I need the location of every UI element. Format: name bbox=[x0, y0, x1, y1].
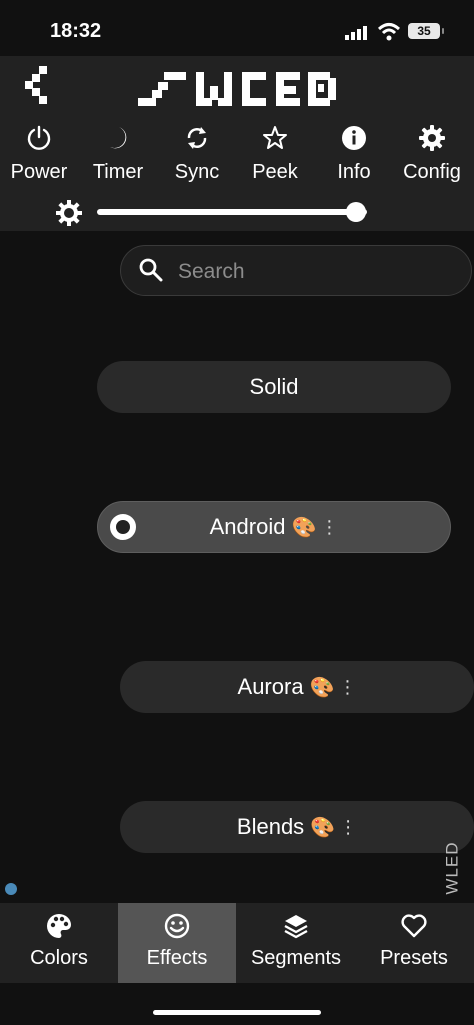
effect-label: Aurora bbox=[237, 674, 304, 699]
search-input[interactable] bbox=[176, 253, 460, 291]
more-menu-icon[interactable]: ⋮ bbox=[339, 817, 357, 838]
radio-inner-dot bbox=[116, 520, 130, 534]
brightness-slider-track[interactable] bbox=[97, 209, 367, 215]
heart-icon bbox=[401, 914, 427, 938]
config-label: Config bbox=[403, 161, 461, 183]
battery-icon: 35 bbox=[408, 23, 444, 39]
effect-item-blends[interactable]: Blends 🎨 ⋮ bbox=[120, 801, 474, 853]
tab-segments[interactable]: Segments bbox=[237, 903, 355, 983]
layers-icon bbox=[284, 915, 308, 939]
tab-effects-label: Effects bbox=[146, 947, 208, 969]
sync-label: Sync bbox=[174, 161, 220, 183]
status-time: 18:32 bbox=[50, 20, 102, 42]
power-button[interactable]: Power bbox=[0, 125, 79, 184]
power-icon bbox=[27, 125, 51, 150]
info-button[interactable]: Info bbox=[314, 125, 394, 184]
cellular-signal-icon bbox=[345, 26, 367, 40]
connection-indicator-dot bbox=[5, 883, 17, 895]
star-icon bbox=[263, 126, 287, 149]
home-indicator[interactable] bbox=[153, 1010, 321, 1015]
effect-label: Android bbox=[209, 514, 286, 539]
palette-icon: 🎨 bbox=[310, 816, 336, 839]
peek-label: Peek bbox=[252, 161, 298, 183]
home-area bbox=[0, 983, 474, 1025]
tab-presets[interactable]: Presets bbox=[355, 903, 473, 983]
more-menu-icon[interactable]: ⋮ bbox=[338, 677, 356, 698]
wled-side-text: WLED bbox=[442, 841, 462, 895]
wled-logo bbox=[138, 72, 336, 106]
peek-button[interactable]: Peek bbox=[235, 125, 315, 184]
wled-side-label: WLED bbox=[442, 838, 466, 898]
smile-icon bbox=[164, 913, 190, 939]
tab-colors[interactable]: Colors bbox=[0, 903, 118, 983]
gear-icon bbox=[419, 125, 445, 151]
timer-label: Timer bbox=[92, 161, 144, 183]
sync-button[interactable]: Sync bbox=[157, 125, 237, 184]
palette-icon: 🎨 bbox=[309, 676, 335, 699]
more-menu-icon[interactable]: ⋮ bbox=[320, 517, 338, 538]
effect-item-aurora[interactable]: Aurora 🎨 ⋮ bbox=[120, 661, 474, 713]
chevron-left-icon[interactable] bbox=[25, 66, 53, 104]
timer-button[interactable]: Timer bbox=[78, 125, 158, 184]
sync-icon bbox=[187, 127, 207, 149]
palette-icon: 🎨 bbox=[291, 516, 317, 539]
effect-item-solid[interactable]: Solid bbox=[97, 361, 451, 413]
tab-effects[interactable]: Effects bbox=[118, 903, 236, 983]
effect-item-android[interactable]: Android 🎨 ⋮ bbox=[97, 501, 451, 553]
config-button[interactable]: Config bbox=[392, 125, 472, 184]
effect-label: Solid bbox=[249, 374, 299, 399]
info-label: Info bbox=[337, 161, 371, 183]
info-icon bbox=[342, 126, 366, 150]
wifi-icon bbox=[377, 23, 401, 41]
tab-presets-label: Presets bbox=[380, 947, 448, 969]
effect-label: Blends bbox=[236, 814, 305, 839]
brightness-icon bbox=[56, 200, 82, 226]
tab-colors-label: Colors bbox=[30, 947, 88, 969]
search-icon bbox=[139, 258, 163, 282]
power-label: Power bbox=[10, 161, 68, 183]
moon-icon bbox=[110, 127, 127, 149]
tab-segments-label: Segments bbox=[250, 947, 342, 969]
palette-icon bbox=[47, 914, 71, 938]
